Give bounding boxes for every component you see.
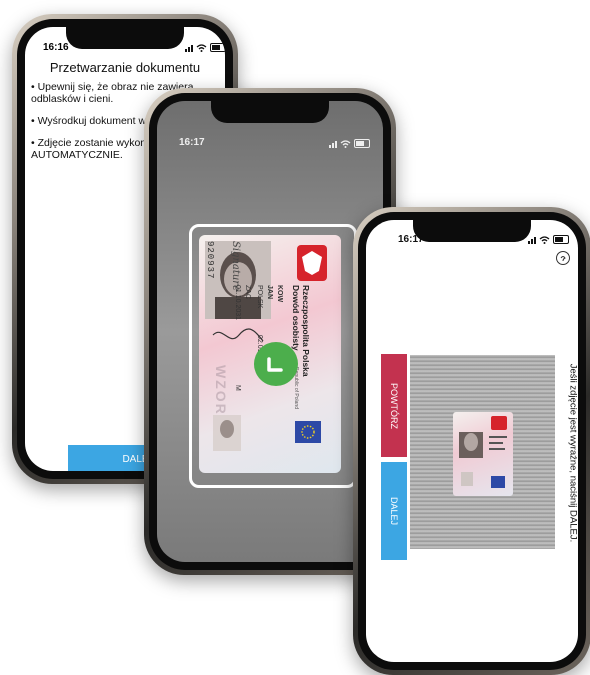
retry-button-label: POWTÓRZ [389, 382, 399, 429]
status-time: 16:17 [179, 137, 205, 148]
card-sex: M [234, 385, 241, 391]
status-icons [528, 235, 569, 244]
card-number: 920937 [205, 241, 215, 280]
help-icon[interactable] [556, 251, 570, 265]
signal-icon [329, 141, 337, 148]
notch [211, 101, 329, 123]
signal-icon [528, 237, 536, 244]
check-icon [254, 342, 298, 386]
signal-icon [185, 45, 193, 52]
notch [66, 27, 184, 49]
captured-id-card [453, 412, 513, 496]
battery-icon [354, 139, 370, 148]
card-watermark: WZOR [213, 365, 229, 416]
captured-photo [410, 355, 555, 549]
status-icons [185, 43, 225, 52]
wifi-icon [539, 236, 550, 244]
wifi-icon [196, 44, 207, 52]
next-button-label: DALEJ [389, 496, 399, 526]
card-signature: Signature [230, 241, 241, 292]
notch [413, 220, 531, 242]
battery-icon [210, 43, 225, 52]
next-button[interactable]: DALEJ [381, 462, 407, 560]
screen-document-scan: 16:17 Rzeczpospolita Polska Dowód osobis… [157, 101, 383, 562]
card-document-number: ZAC [244, 285, 251, 299]
page-title: Przetwarzanie dokumentu [49, 60, 201, 75]
id-card-thumbnail [459, 416, 507, 488]
card-country: Rzeczpospolita Polska [301, 285, 311, 377]
phone-frame-3: 16:17 POWTÓRZ DALEJ Jeśli zdjęcie jest w… [353, 207, 590, 675]
wifi-icon [340, 140, 351, 148]
card-nationality: POLSK [256, 285, 263, 309]
card-given-name: JAN [266, 285, 273, 300]
status-icons [329, 139, 370, 148]
confirm-instruction: Jeśli zdjęcie jest wyraźne, naciśnij DAL… [567, 363, 579, 543]
status-time: 16:16 [43, 42, 69, 53]
card-doc-type: Dowód osobisty [291, 285, 301, 351]
card-surname: KOW [276, 285, 283, 303]
battery-icon [553, 235, 569, 244]
retry-button[interactable]: POWTÓRZ [381, 354, 407, 457]
screen-photo-confirm: 16:17 POWTÓRZ DALEJ Jeśli zdjęcie jest w… [366, 220, 578, 662]
